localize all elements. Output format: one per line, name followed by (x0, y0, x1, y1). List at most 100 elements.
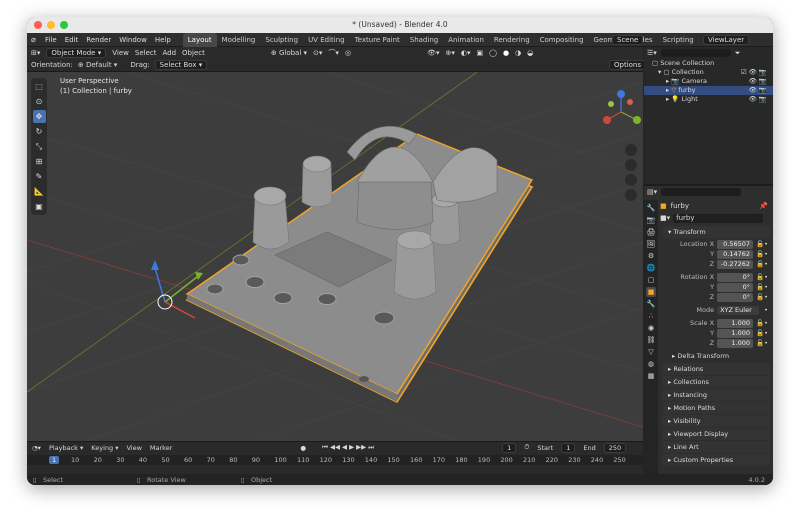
line-art-panel[interactable]: ▸ Line Art (662, 441, 770, 453)
motion-paths-panel[interactable]: ▸ Motion Paths (662, 402, 770, 414)
menu-help[interactable]: Help (155, 36, 171, 44)
menu-render[interactable]: Render (86, 36, 111, 44)
timeline-view-menu[interactable]: View (126, 444, 141, 452)
lock-icon[interactable]: 🔓• (756, 250, 768, 258)
record-icon[interactable]: ● (300, 444, 306, 452)
material-tab-icon[interactable]: ◍ (646, 359, 656, 369)
relations-panel[interactable]: ▸ Relations (662, 363, 770, 375)
lock-icon[interactable]: 🔓• (756, 319, 768, 327)
view-layer-tab-icon[interactable]: 🖼 (646, 239, 656, 249)
xray-icon[interactable]: ▣ (476, 49, 483, 57)
scale-z-field[interactable]: 1.000 (717, 338, 754, 348)
tab-scripting[interactable]: Scripting (658, 33, 699, 47)
shading-material-icon[interactable]: ◑ (515, 49, 521, 57)
keying-menu[interactable]: Keying ▾ (91, 444, 118, 452)
output-tab-icon[interactable]: 🖨 (646, 227, 656, 237)
object-tab-icon[interactable]: ■ (646, 287, 656, 297)
timeline-editor-type-icon[interactable]: ◔▾ (32, 444, 41, 452)
lock-icon[interactable]: 🔓• (756, 260, 768, 268)
shading-solid-icon[interactable]: ● (503, 49, 509, 57)
add-cube-tool-icon[interactable]: ▣ (33, 200, 46, 213)
location-y-field[interactable]: 0.14762 m (717, 249, 754, 267)
tab-shading[interactable]: Shading (405, 33, 443, 47)
lock-icon[interactable]: 🔓• (756, 339, 768, 347)
collections-panel[interactable]: ▸ Collections (662, 376, 770, 388)
delta-transform-subpanel[interactable]: ▸ Delta Transform (660, 351, 772, 362)
minimize-window-button[interactable] (47, 21, 55, 29)
mesh-type-icon[interactable]: ■▾ (660, 214, 670, 222)
render-tab-icon[interactable]: 📷 (646, 215, 656, 225)
camera-toggles[interactable]: 👁 📷 (749, 77, 773, 86)
rotation-z-field[interactable]: 0° (717, 292, 754, 302)
scale-y-field[interactable]: 1.000 (717, 328, 754, 338)
furby-mesh[interactable] (185, 126, 534, 404)
modifier-tab-icon[interactable]: 🔧 (646, 299, 656, 309)
outliner-row-furby[interactable]: ▸ ▽ furby 👁 📷 (644, 86, 773, 95)
custom-properties-panel[interactable]: ▸ Custom Properties (662, 454, 770, 466)
outliner-row-camera[interactable]: ▸ 📷 Camera 👁 📷 (644, 77, 773, 86)
snap-icon[interactable]: ⌒▾ (328, 48, 339, 58)
outliner-row-collection[interactable]: ▾ ▢ Collection ☑ 👁 📷 (644, 68, 773, 77)
current-frame-marker[interactable]: 1 (49, 456, 60, 464)
pin-icon[interactable]: 📌 (759, 202, 772, 210)
viewlayer-selector[interactable]: ViewLayer (703, 34, 750, 45)
furby-toggles[interactable]: 👁 📷 (749, 86, 773, 95)
scale-x-field[interactable]: 1.000 (717, 318, 754, 328)
select-box-tool-icon[interactable]: ⬚ (33, 80, 46, 93)
measure-tool-icon[interactable]: 📐 (33, 185, 46, 198)
viewport-display-panel[interactable]: ▸ Viewport Display (662, 428, 770, 440)
start-frame-field[interactable]: 1 (561, 442, 576, 453)
constraints-tab-icon[interactable]: ⛓ (646, 335, 656, 345)
data-tab-icon[interactable]: ▽ (646, 347, 656, 357)
mesh-name-field[interactable]: furby (673, 213, 764, 223)
viewport-nav-buttons[interactable] (625, 144, 637, 201)
proportional-edit-icon[interactable]: ◎ (345, 49, 351, 57)
rotation-y-field[interactable]: 0° (717, 282, 754, 292)
navigation-gizmo[interactable] (599, 90, 643, 134)
playback-menu[interactable]: Playback ▾ (49, 444, 83, 452)
tab-modelling[interactable]: Modelling (217, 33, 261, 47)
particles-tab-icon[interactable]: ∴ (646, 311, 656, 321)
menu-file[interactable]: File (45, 36, 57, 44)
keyframe-dot-icon[interactable]: • (762, 306, 768, 314)
transform-orientation-dropdown[interactable]: ⊕ Global ▾ (271, 49, 307, 57)
tab-animation[interactable]: Animation (443, 33, 489, 47)
drag-dropdown[interactable]: Select Box ▾ (154, 60, 208, 70)
zoom-window-button[interactable] (60, 21, 68, 29)
properties-search[interactable] (661, 188, 742, 196)
tab-compositing[interactable]: Compositing (535, 33, 589, 47)
overlay-icon[interactable]: ◐▾ (461, 49, 471, 57)
tab-sculpting[interactable]: Sculpting (260, 33, 303, 47)
end-frame-field[interactable]: 250 (603, 442, 627, 453)
outliner-type-icon[interactable]: ☰▾ (647, 49, 657, 57)
collection-tab-icon[interactable]: ▢ (646, 275, 656, 285)
orientation-dropdown[interactable]: ⊕ Default ▾ (78, 61, 117, 69)
menu-window[interactable]: Window (119, 36, 147, 44)
add-menu[interactable]: Add (162, 49, 176, 57)
view-menu[interactable]: View (112, 49, 129, 57)
shading-wire-icon[interactable]: ◯ (489, 49, 497, 57)
world-tab-icon[interactable]: 🌐 (646, 263, 656, 273)
mode-dropdown[interactable]: Object Mode ▾ (46, 48, 107, 58)
tab-uv-editing[interactable]: UV Editing (303, 33, 350, 47)
outliner-row-light[interactable]: ▸ 💡 Light 👁 📷 (644, 95, 773, 104)
object-menu[interactable]: Object (182, 49, 205, 57)
frame-ruler[interactable]: 1 10 20 30 40 50 60 70 80 90 100 110 120 130 140 150 160… (27, 455, 643, 465)
marker-menu[interactable]: Marker (150, 444, 172, 452)
location-z-field[interactable]: -0.27262 (717, 259, 754, 269)
editor-type-icon[interactable]: ⊞▾ (31, 49, 40, 57)
lock-icon[interactable]: 🔓• (756, 283, 768, 291)
cursor-tool-icon[interactable]: ⊙ (33, 95, 46, 108)
scale-tool-icon[interactable]: ⤡ (33, 140, 46, 153)
auto-keying-icon[interactable]: ⏱ (524, 443, 529, 452)
scene-selector[interactable]: Scene (612, 34, 644, 45)
playback-controls[interactable]: ⏮ ◀◀ ◀ ▶ ▶▶ ⏭ (322, 443, 374, 452)
instancing-panel[interactable]: ▸ Instancing (662, 389, 770, 401)
3d-viewport[interactable]: ⬚ ⊙ ✥ ↻ ⤡ ⊞ ✎ 📐 ▣ User Perspective (1) C… (27, 72, 643, 441)
annotate-tool-icon[interactable]: ✎ (33, 170, 46, 183)
texture-tab-icon[interactable]: ▦ (646, 371, 656, 381)
move-tool-icon[interactable]: ✥ (32, 110, 46, 123)
outliner-search[interactable] (660, 49, 731, 57)
tab-texture-paint[interactable]: Texture Paint (350, 33, 405, 47)
filter-icon[interactable]: ⏷ (735, 49, 741, 58)
